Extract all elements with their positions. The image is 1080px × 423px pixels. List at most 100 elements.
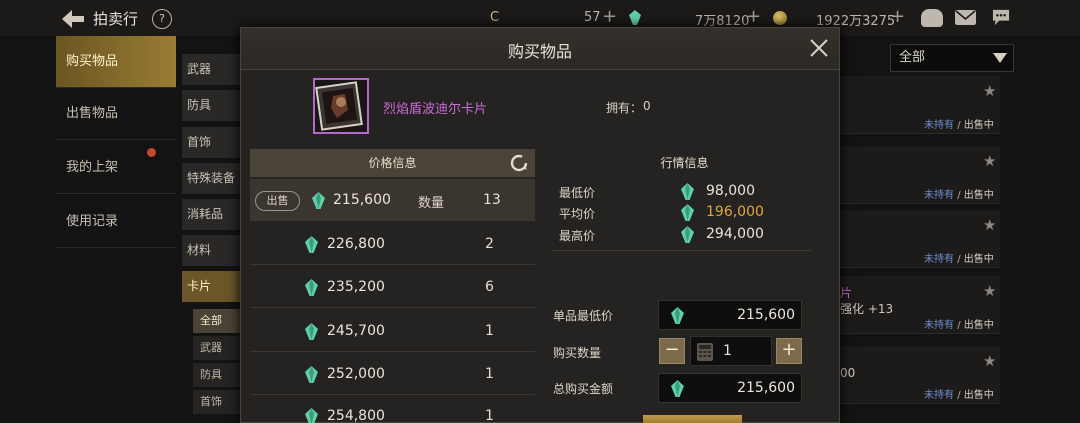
resource-count-1: 57 [584,10,601,25]
listing-name-fragment: 片 [840,286,853,300]
max-price-value: 294,000 [706,226,764,242]
back-arrow-icon[interactable] [60,8,86,30]
avg-price-label: 平均价 [559,207,596,221]
quantity-value: 13 [483,192,501,208]
category-consumable[interactable]: 消耗品 [182,199,240,230]
quantity-label: 数量 [418,196,445,211]
category-accessory[interactable]: 首饰 [182,127,240,158]
listing-enhance-fragment: 强化 +13 [840,302,894,316]
nav-tab-buy[interactable]: 购买物品 [56,36,176,88]
price-value: 215,600 [333,192,391,208]
price-row[interactable]: 235,200 6 [250,266,535,308]
category-weapon[interactable]: 武器 [182,54,240,85]
category-special-equipment[interactable]: 特殊装备 [182,163,240,194]
calculator-icon[interactable] [696,342,714,362]
quantity-input[interactable]: 1 [690,336,772,366]
add-resource-3-button[interactable]: + [890,6,905,27]
favorite-star-icon[interactable]: ★ [983,352,996,370]
listing-row[interactable]: 00 ★ 未持有 / 出售中 [840,346,1000,404]
bag-icon[interactable] [921,9,943,27]
item-card-thumbnail [313,78,369,134]
total-amount-value: 215,600 [737,380,795,396]
diamond-icon [305,408,318,423]
favorite-star-icon[interactable]: ★ [983,82,996,100]
subcategory-all[interactable]: 全部 [193,309,240,333]
diamond-icon [681,226,694,243]
quantity-value: 6 [485,279,494,295]
category-card[interactable]: 卡片 [182,271,240,302]
price-info-header: 价格信息 [250,149,535,177]
min-price-label: 最低价 [559,186,596,200]
price-row[interactable]: 245,700 1 [250,310,535,352]
favorite-star-icon[interactable]: ★ [983,282,996,300]
help-icon[interactable]: ? [152,9,172,29]
price-row[interactable]: 226,800 2 [250,223,535,265]
quantity-value: 1 [723,343,732,359]
quantity-value: 1 [485,366,494,382]
avg-price-value: 196,000 [706,204,764,220]
nav-tab-my-listings[interactable]: 我的上架 [56,142,176,194]
price-value: 226,800 [327,236,385,252]
diamond-icon [671,380,684,397]
left-nav: 购买物品 出售物品 我的上架 使用记录 [56,36,176,423]
market-info-header: 行情信息 [660,156,709,170]
refresh-icon[interactable] [509,153,529,173]
diamond-icon [305,323,318,340]
buy-quantity-label: 购买数量 [553,346,602,360]
min-price-value: 98,000 [706,183,755,199]
card-illustration-icon [315,81,363,131]
unit-min-price-value: 215,600 [737,307,795,323]
notification-dot [147,148,156,157]
total-amount-field: 215,600 [658,373,802,403]
unit-min-price-label: 单品最低价 [553,309,614,323]
listing-row[interactable]: 片 强化 +13 ★ 未持有 / 出售中 [840,276,1000,334]
favorite-star-icon[interactable]: ★ [983,152,996,170]
listing-row[interactable]: ★ 未持有 / 出售中 [840,146,1000,204]
quantity-plus-button[interactable]: + [776,338,802,364]
quantity-value: 1 [485,323,494,339]
diamond-icon [681,183,694,200]
add-resource-2-button[interactable]: + [746,6,761,27]
confirm-buy-button[interactable] [643,415,742,423]
listing-row[interactable]: ★ 未持有 / 出售中 [840,210,1000,268]
category-armor[interactable]: 防具 [182,90,240,121]
buy-item-dialog: 购买物品 烈焰盾波迪尔卡片 拥有： 0 价格信息 出售 215,600 数量 1… [240,27,840,423]
sell-button[interactable]: 出售 [255,191,300,211]
market-info: 最低价 98,000 平均价 196,000 最高价 294,000 [551,177,811,251]
nav-tab-sell[interactable]: 出售物品 [56,88,176,140]
add-resource-1-button[interactable]: + [602,6,617,27]
item-name: 烈焰盾波迪尔卡片 [383,102,488,117]
price-value: 245,700 [327,323,385,339]
listing-column: ★ 未持有 / 出售中 ★ 未持有 / 出售中 ★ 未持有 / 出售中 片 强化… [840,36,1015,423]
price-value: 252,000 [327,366,385,382]
listing-status: 未持有 / 出售中 [924,190,994,201]
zeny-coin-icon [773,11,787,25]
favorite-star-icon[interactable]: ★ [983,216,996,234]
dialog-title: 购买物品 [507,42,572,61]
subcategory-accessory[interactable]: 首饰 [193,390,240,414]
price-row[interactable]: 出售 215,600 数量 13 [250,179,535,221]
subcategory-armor[interactable]: 防具 [193,363,240,387]
nav-tab-usage-log[interactable]: 使用记录 [56,196,176,248]
listing-status: 未持有 / 出售中 [924,120,994,131]
owned-count: 0 [643,99,651,113]
listing-price-fragment: 00 [840,366,856,380]
listing-status: 未持有 / 出售中 [924,390,994,401]
diamond-icon [629,10,641,25]
category-material[interactable]: 材料 [182,235,240,266]
price-row[interactable]: 254,800 1 [250,397,535,423]
mail-icon[interactable] [955,10,976,25]
subcategory-weapon[interactable]: 武器 [193,336,240,360]
listing-row[interactable]: ★ 未持有 / 出售中 [840,76,1000,134]
diamond-icon [305,279,318,296]
close-icon[interactable] [808,37,830,59]
listing-status: 未持有 / 出售中 [924,254,994,265]
diamond-icon [681,204,694,221]
page-title: 拍卖行 [93,10,139,28]
quantity-value: 1 [485,408,494,423]
quantity-minus-button[interactable]: − [659,338,685,364]
price-row[interactable]: 252,000 1 [250,353,535,395]
chat-icon[interactable] [990,9,1012,26]
event-currency-icon: C [490,10,500,25]
listing-status: 未持有 / 出售中 [924,320,994,331]
